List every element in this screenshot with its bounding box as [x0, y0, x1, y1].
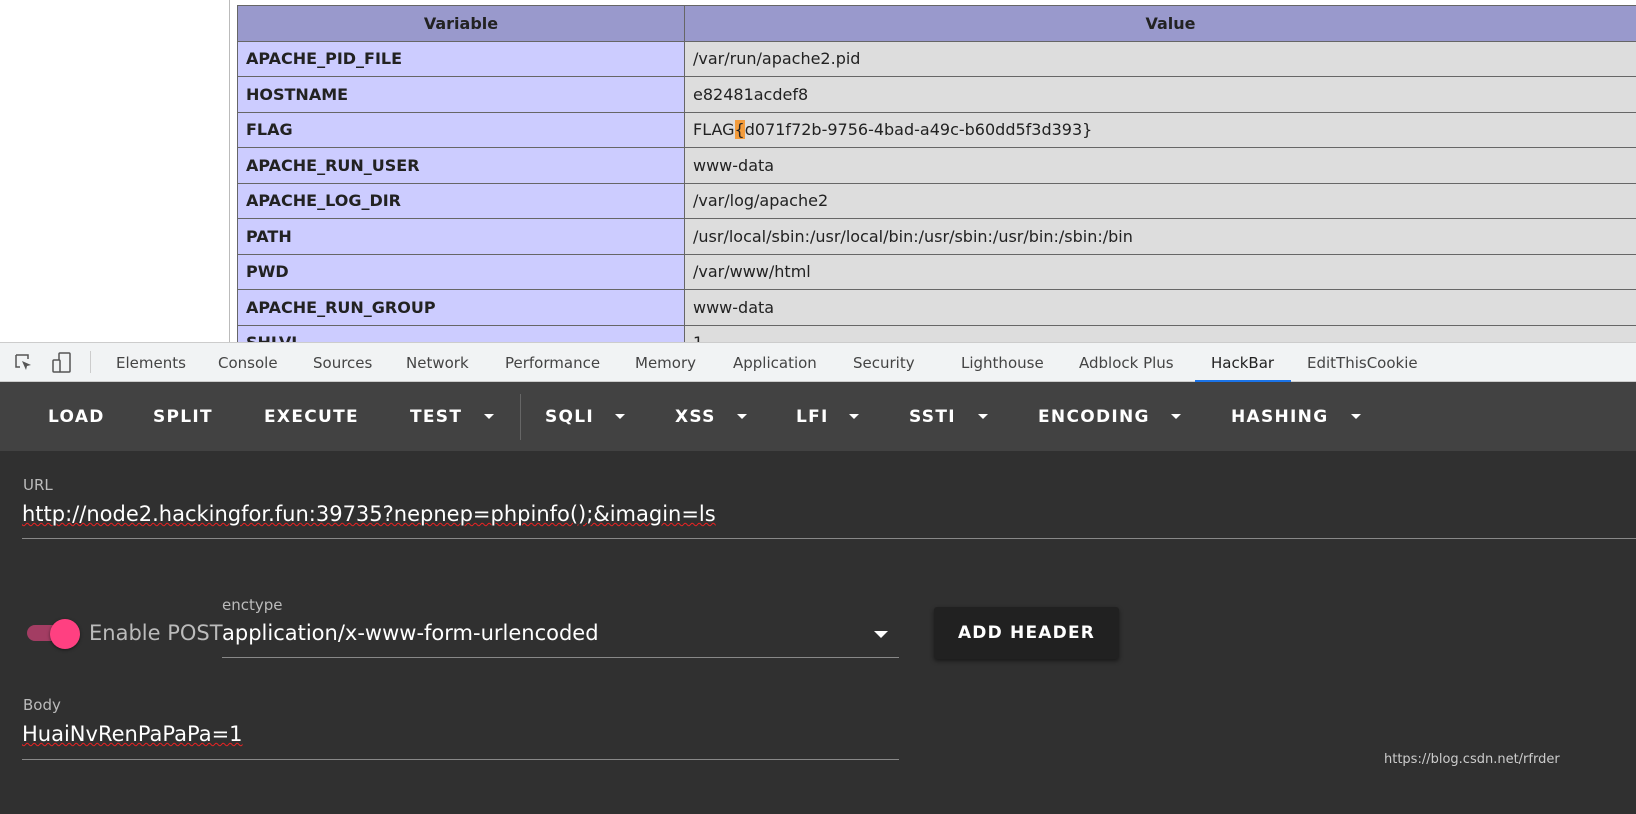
header-value: Value	[684, 5, 1636, 42]
flag-prefix: FLAG	[693, 120, 735, 140]
environment-table: Variable Value APACHE_PID_FILE/var/run/a…	[237, 5, 1636, 342]
tab-sources[interactable]: Sources	[313, 354, 372, 372]
variable-value: /usr/local/sbin:/usr/local/bin:/usr/sbin…	[684, 218, 1636, 255]
tab-lighthouse[interactable]: Lighthouse	[961, 354, 1044, 372]
tab-security[interactable]: Security	[853, 354, 915, 372]
lfi-menu-button[interactable]: LFI	[796, 407, 829, 427]
table-row: APACHE_PID_FILE/var/run/apache2.pid	[237, 40, 1636, 77]
table-row: FLAG FLAG{d071f72b-9756-4bad-a49c-b60dd5f…	[237, 111, 1636, 148]
variable-name: APACHE_RUN_USER	[237, 147, 685, 184]
variable-name: PATH	[237, 218, 685, 255]
devtools-tab-bar: Elements Console Sources Network Perform…	[0, 342, 1636, 382]
table-header-row: Variable Value	[237, 5, 1636, 42]
tab-adblock-plus[interactable]: Adblock Plus	[1079, 354, 1174, 372]
encoding-menu-button[interactable]: ENCODING	[1038, 407, 1150, 427]
url-underline	[22, 538, 1636, 539]
body-underline	[22, 759, 899, 760]
enctype-label: enctype	[222, 596, 283, 614]
table-row: PWD/var/www/html	[237, 253, 1636, 290]
table-row: APACHE_RUN_GROUP www-data	[237, 289, 1636, 326]
body-label: Body	[23, 696, 61, 714]
tab-performance[interactable]: Performance	[505, 354, 600, 372]
variable-name: APACHE_RUN_GROUP	[237, 289, 685, 326]
variable-name: HOSTNAME	[237, 76, 685, 113]
xss-menu-button[interactable]: XSS	[675, 407, 716, 427]
tab-application[interactable]: Application	[733, 354, 817, 372]
divider	[90, 351, 91, 373]
variable-name: PWD	[237, 253, 685, 290]
chevron-down-icon[interactable]	[1351, 414, 1361, 419]
device-toolbar-icon[interactable]	[50, 351, 74, 375]
chevron-down-icon[interactable]	[484, 414, 494, 419]
search-highlight: {	[734, 120, 745, 140]
url-label: URL	[23, 476, 53, 494]
variable-value: www-data	[684, 289, 1636, 326]
variable-value: e82481acdef8	[684, 76, 1636, 113]
inspect-element-icon[interactable]	[14, 353, 34, 373]
tab-memory[interactable]: Memory	[635, 354, 696, 372]
divider	[520, 394, 521, 440]
variable-name: APACHE_PID_FILE	[237, 40, 685, 77]
variable-value: 1	[684, 324, 1636, 342]
sqli-menu-button[interactable]: SQLI	[545, 407, 594, 427]
variable-value: www-data	[684, 147, 1636, 184]
execute-button[interactable]: EXECUTE	[264, 407, 359, 427]
table-row: SHLVL1	[237, 324, 1636, 342]
chevron-down-icon[interactable]	[849, 414, 859, 419]
split-button[interactable]: SPLIT	[153, 407, 213, 427]
phpinfo-page: Variable Value APACHE_PID_FILE/var/run/a…	[0, 0, 1636, 342]
tab-hackbar[interactable]: HackBar	[1211, 354, 1274, 372]
chevron-down-icon[interactable]	[615, 414, 625, 419]
table-row: APACHE_RUN_USER www-data	[237, 147, 1636, 184]
variable-name: APACHE_LOG_DIR	[237, 182, 685, 219]
table-row: APACHE_LOG_DIR/var/log/apache2	[237, 182, 1636, 219]
hackbar-panel: URL http://node2.hackingfor.fun:39735?ne…	[0, 451, 1636, 814]
hashing-menu-button[interactable]: HASHING	[1231, 407, 1328, 427]
enctype-select[interactable]: application/x-www-form-urlencoded	[222, 621, 599, 645]
add-header-button[interactable]: ADD HEADER	[934, 607, 1119, 659]
test-menu-button[interactable]: TEST	[410, 407, 462, 427]
tab-editthiscookie[interactable]: EditThisCookie	[1307, 354, 1418, 372]
divider	[229, 0, 230, 342]
watermark: https://blog.csdn.net/rfrder	[1384, 752, 1560, 767]
table-row: HOSTNAME e82481acdef8	[237, 76, 1636, 113]
header-variable: Variable	[237, 5, 685, 42]
dropdown-arrow-icon[interactable]	[874, 631, 888, 638]
variable-value: /var/www/html	[684, 253, 1636, 290]
tab-console[interactable]: Console	[218, 354, 278, 372]
chevron-down-icon[interactable]	[737, 414, 747, 419]
flag-value: FLAG{d071f72b-9756-4bad-a49c-b60dd5f3d39…	[684, 111, 1636, 148]
hackbar-toolbar: LOAD SPLIT EXECUTE TEST SQLI XSS LFI SST…	[0, 382, 1636, 451]
enable-post-toggle[interactable]	[50, 619, 80, 649]
flag-rest: d071f72b-9756-4bad-a49c-b60dd5f3d393}	[744, 120, 1093, 140]
enctype-underline	[222, 657, 899, 658]
body-text: HuaiNvRenPaPaPa=1	[22, 722, 243, 746]
body-input[interactable]: HuaiNvRenPaPaPa=1	[22, 722, 243, 746]
ssti-menu-button[interactable]: SSTI	[909, 407, 956, 427]
url-input[interactable]: http://node2.hackingfor.fun:39735?nepnep…	[22, 502, 716, 526]
tab-network[interactable]: Network	[406, 354, 469, 372]
variable-value: /var/log/apache2	[684, 182, 1636, 219]
chevron-down-icon[interactable]	[978, 414, 988, 419]
variable-value: /var/run/apache2.pid	[684, 40, 1636, 77]
variable-name: FLAG	[237, 111, 685, 148]
url-text: http://node2.hackingfor.fun:39735?nepnep…	[22, 502, 716, 526]
variable-name: SHLVL	[237, 324, 685, 342]
load-button[interactable]: LOAD	[48, 407, 105, 427]
chevron-down-icon[interactable]	[1171, 414, 1181, 419]
tab-elements[interactable]: Elements	[116, 354, 186, 372]
enable-post-label: Enable POST	[89, 621, 223, 645]
table-row: PATH/usr/local/sbin:/usr/local/bin:/usr/…	[237, 218, 1636, 255]
